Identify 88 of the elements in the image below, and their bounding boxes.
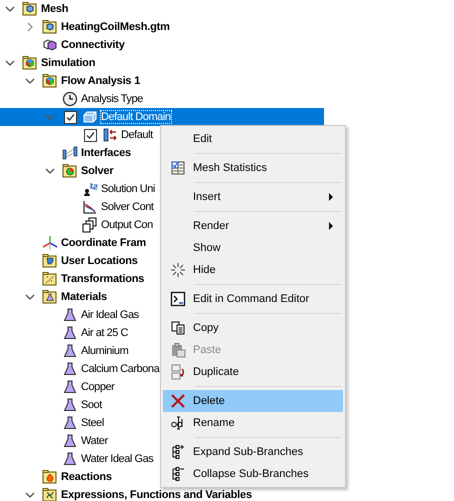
folder-icon [42, 271, 58, 287]
tree-item[interactable]: Air Ideal Gas [80, 308, 140, 322]
flask-icon [62, 397, 78, 413]
tree-item[interactable]: Connectivity [60, 38, 126, 52]
box-icon [82, 109, 98, 125]
tree-item[interactable]: User Locations [60, 254, 139, 268]
menu-item[interactable]: Delete [163, 390, 343, 412]
duplicate-icon [170, 364, 186, 380]
tree-item[interactable]: Simulation [40, 56, 96, 70]
tree-item[interactable]: Water [80, 434, 109, 448]
flask-icon [62, 307, 78, 323]
sparkle-icon [170, 262, 186, 278]
clipboard-icon [170, 342, 186, 358]
tree-item[interactable]: Transformations [60, 272, 146, 286]
folder-cube-icon [42, 19, 58, 35]
chevron-down-icon[interactable] [25, 78, 35, 84]
interface-icon [62, 145, 78, 161]
tree-item[interactable]: Analysis Type [80, 92, 144, 106]
checkbox[interactable] [64, 110, 76, 124]
flask-icon [62, 379, 78, 395]
menu-item[interactable]: Insert [163, 186, 343, 208]
selected-tree-row[interactable]: Default Domain [0, 108, 324, 126]
tree-item[interactable]: Aluminium [80, 344, 130, 358]
folder-cube-icon [62, 163, 78, 179]
tree-item[interactable]: Reactions [60, 470, 113, 484]
chevron-down-icon[interactable] [5, 60, 15, 66]
flask-icon [62, 343, 78, 359]
tree-collapse-icon [170, 466, 186, 482]
cubes-icon [42, 37, 58, 53]
tree-item[interactable]: Steel [80, 416, 105, 430]
flask-icon [62, 415, 78, 431]
chart-icon [82, 199, 98, 215]
tree-item[interactable]: Solution Uni [100, 182, 156, 196]
tree-item[interactable]: Water Ideal Gas [80, 452, 154, 466]
tree-item[interactable]: Interfaces [80, 146, 132, 160]
flask-icon [62, 433, 78, 449]
menu-item[interactable]: Expand Sub-Branches [163, 441, 343, 463]
tree-item[interactable]: Output Con [100, 218, 154, 232]
tree-item[interactable]: Copper [80, 380, 116, 394]
units-icon [82, 181, 98, 197]
tree-item[interactable]: Solver [80, 164, 114, 178]
menu-item[interactable]: Duplicate [163, 361, 343, 383]
tree-item[interactable]: Default [120, 128, 154, 142]
copy-icon [170, 320, 186, 336]
tree-item[interactable]: Soot [80, 398, 103, 412]
folder-flask-icon [42, 289, 58, 305]
checkbox[interactable] [84, 128, 96, 142]
chevron-down-icon[interactable] [25, 492, 35, 498]
chevron-down-icon[interactable] [45, 168, 55, 174]
tree-expand-icon [170, 444, 186, 460]
chevron-down-icon[interactable] [5, 6, 15, 12]
tree-item[interactable]: Solver Cont [100, 200, 155, 214]
flask-icon [62, 361, 78, 377]
menu-item[interactable]: Edit in Command Editor [163, 288, 343, 310]
folder-cube-icon [22, 55, 38, 71]
delete-icon [170, 393, 186, 409]
menu-item[interactable]: Show [163, 237, 343, 259]
menu-item[interactable]: Mesh Statistics [163, 157, 343, 179]
chevron-down-icon[interactable] [25, 294, 35, 300]
tree-item[interactable]: HeatingCoilMesh.gtm [60, 20, 171, 34]
folder-cube-icon [42, 73, 58, 89]
tree-item[interactable]: Coordinate Fram [60, 236, 148, 250]
spreadsheet-icon [170, 160, 186, 176]
menu-item[interactable]: Edit [163, 128, 343, 150]
folder-flame-icon [42, 469, 58, 485]
tree-item[interactable]: Flow Analysis 1 [60, 74, 142, 88]
tree-item[interactable]: Calcium Carbona [80, 362, 160, 376]
folder-cube-icon [22, 1, 38, 17]
tree-item[interactable]: Mesh [40, 2, 70, 16]
clock-icon [62, 91, 78, 107]
menu-item[interactable]: Render [163, 215, 343, 237]
tree-item[interactable]: Expressions, Functions and Variables [60, 488, 253, 501]
menu-item[interactable]: Hide [163, 259, 343, 281]
tree-item[interactable]: Default Domain [100, 110, 172, 124]
axes-icon [42, 235, 58, 251]
menu-item[interactable]: Collapse Sub-Branches [163, 463, 343, 485]
menu-item[interactable]: Copy [163, 317, 343, 339]
tree-item[interactable]: Materials [60, 290, 108, 304]
folder-icon [42, 487, 58, 501]
documents-icon [82, 217, 98, 233]
folder-icon [42, 253, 58, 269]
terminal-icon [170, 291, 186, 307]
chevron-right-icon[interactable] [27, 22, 33, 32]
tree-item[interactable]: Air at 25 C [80, 326, 130, 340]
flask-icon [62, 325, 78, 341]
flask-icon [62, 451, 78, 467]
menu-item[interactable]: Rename [163, 412, 343, 434]
boundary-icon [102, 127, 118, 143]
